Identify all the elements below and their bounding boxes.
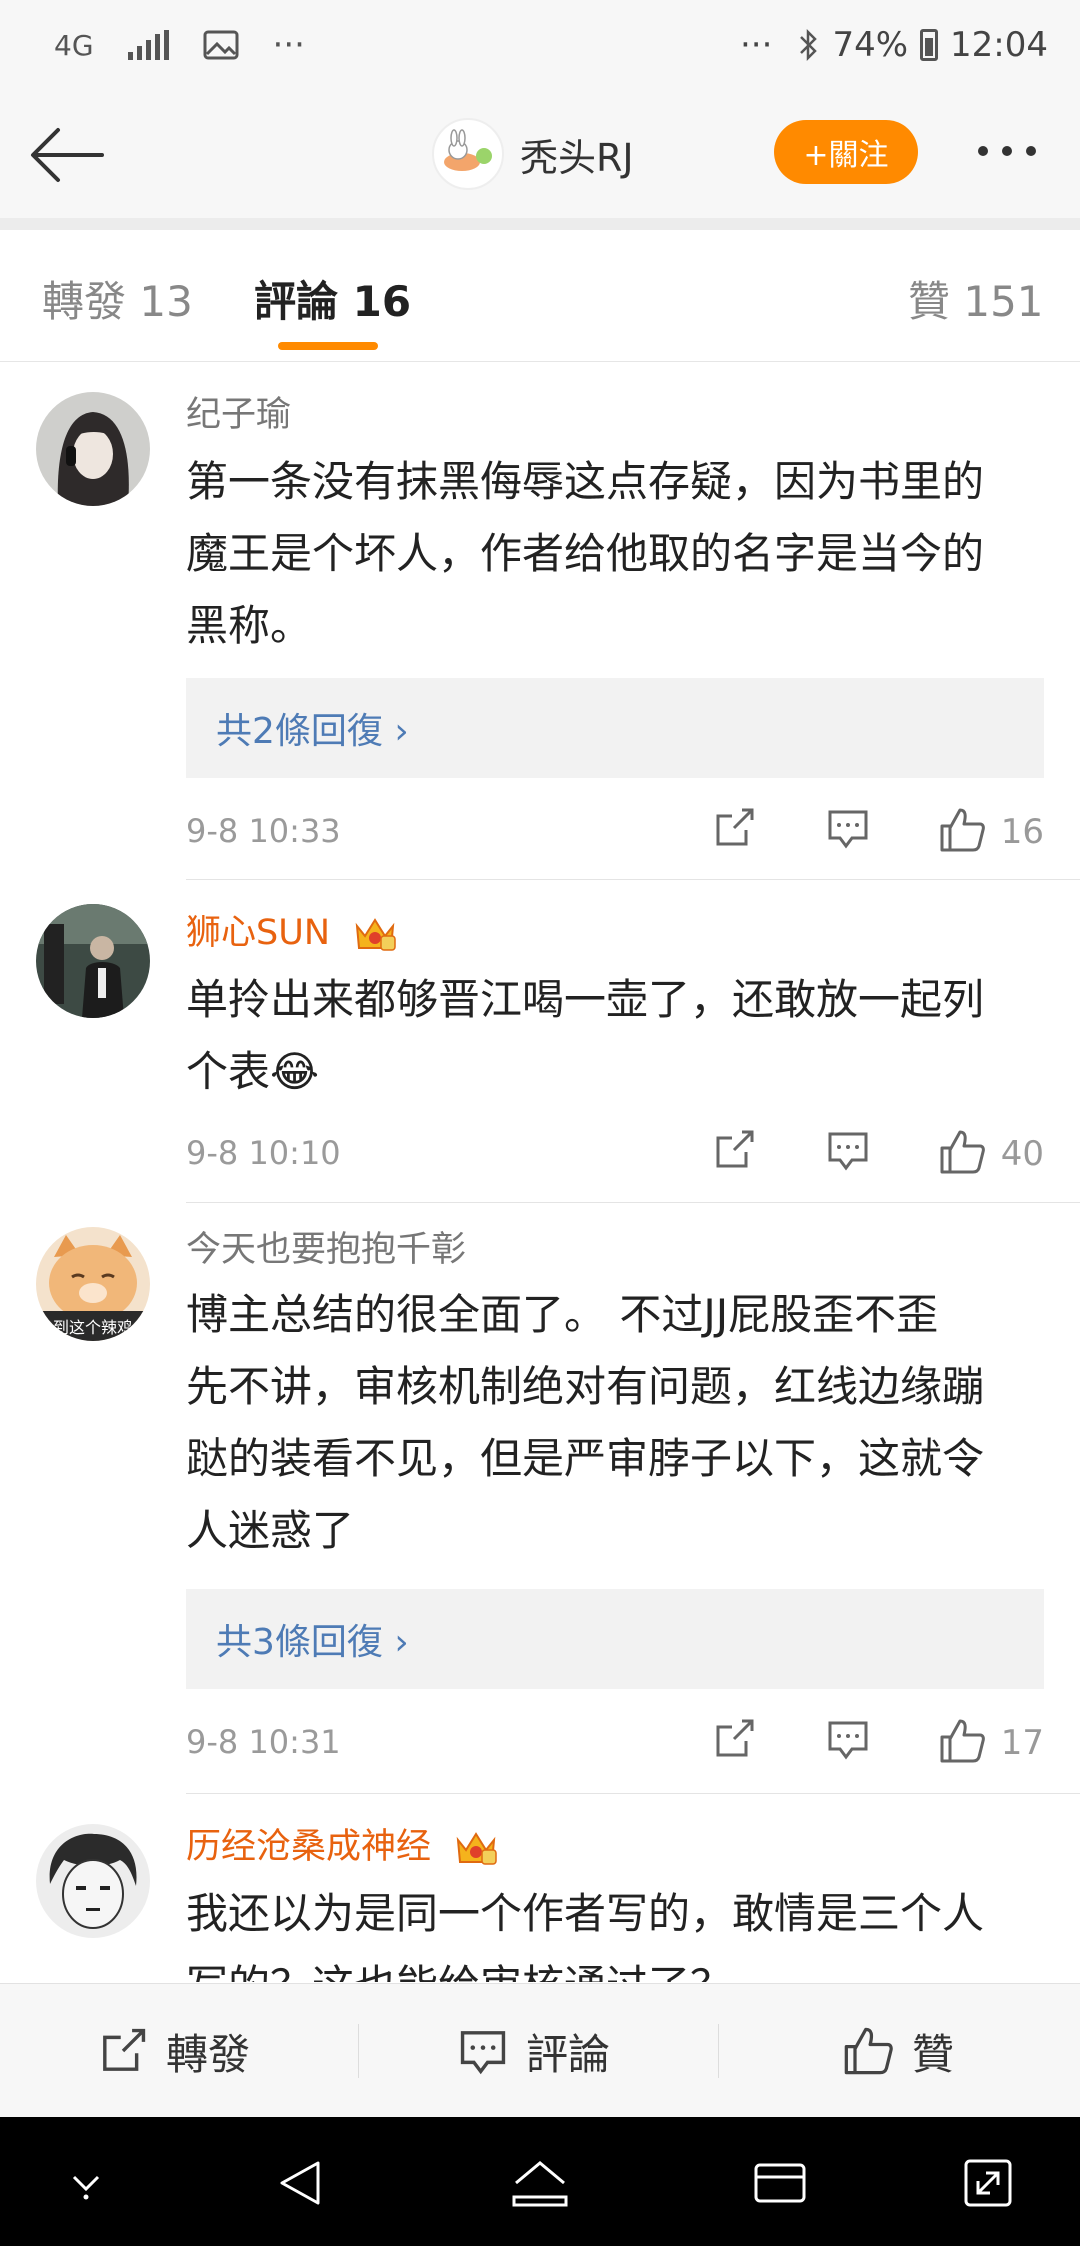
tab-likes[interactable]: 贊 151 bbox=[908, 268, 1044, 329]
comment-time: 9-8 10:10 bbox=[186, 1134, 341, 1172]
tab-comments[interactable]: 評論 16 bbox=[254, 268, 411, 329]
weibo-comments-screen: 4G ··· ··· 74% 12:04 秃头RJ +關注 轉發 13 評論 1… bbox=[0, 0, 1080, 2246]
commenter-name[interactable]: 纪子瑜 bbox=[186, 386, 291, 437]
clock: 12:04 bbox=[950, 25, 1048, 65]
comment-time: 9-8 10:31 bbox=[186, 1723, 341, 1761]
commenter-name-text[interactable]: 历经沧桑成神经 bbox=[186, 1827, 431, 1867]
view-replies-link[interactable]: 共3條回復 › bbox=[186, 1589, 1044, 1689]
comment-line: 先不讲，审核机制绝对有问题，红线边缘蹦 bbox=[186, 1362, 985, 1411]
commenter-avatar[interactable] bbox=[36, 392, 150, 506]
signal-icon bbox=[127, 30, 169, 60]
comment-meta: 9-8 10:33 16 bbox=[186, 806, 1044, 856]
commenter-name[interactable]: 狮心SUN bbox=[186, 904, 397, 955]
back-nav-icon[interactable] bbox=[274, 2157, 326, 2209]
like-thumb-icon[interactable] bbox=[938, 806, 986, 854]
comment-time: 9-8 10:33 bbox=[186, 812, 341, 850]
comment-line: 写的？这也能给审核通过了？ bbox=[186, 1950, 1046, 1982]
commenter-avatar[interactable]: 到这个辣鸡 bbox=[36, 1227, 150, 1341]
comment-line: 跶的装看不见，但是严审脖子以下，这就令 bbox=[186, 1434, 985, 1483]
comment-text: 第一条没有抹黑侮辱这点存疑，因为书里的 魔王是个坏人，作者给他取的名字是当今的 … bbox=[186, 446, 1046, 662]
recents-nav-icon[interactable] bbox=[752, 2157, 808, 2209]
share-icon[interactable] bbox=[712, 1128, 756, 1172]
more-status: ··· bbox=[740, 25, 773, 65]
avatar-sketch-face bbox=[36, 1824, 150, 1938]
section-divider bbox=[0, 218, 1080, 230]
comment-line: 我还以为是同一个作者写的，敢情是三个人 bbox=[186, 1889, 985, 1938]
view-replies-link[interactable]: 共2條回復 › bbox=[186, 678, 1044, 778]
comment-divider bbox=[186, 1793, 1080, 1794]
bluetooth-icon bbox=[800, 28, 818, 62]
comment-text: 单拎出来都够晋江喝一壶了，还敢放一起列 个表😂 bbox=[186, 964, 1046, 1108]
action-divider bbox=[718, 2024, 719, 2078]
comment-line: 个表😂 bbox=[186, 1047, 320, 1096]
follow-button[interactable]: +關注 bbox=[774, 120, 918, 184]
commenter-name-text[interactable]: 狮心SUN bbox=[186, 913, 330, 953]
repost-button[interactable]: 轉發 bbox=[98, 1984, 250, 2118]
comment-button[interactable]: 評論 bbox=[458, 1984, 610, 2118]
comment-divider bbox=[186, 1202, 1080, 1203]
like-count: 40 bbox=[1000, 1134, 1044, 1174]
expand-nav-icon[interactable] bbox=[962, 2157, 1014, 2209]
commenter-avatar[interactable] bbox=[36, 904, 150, 1018]
network-indicator: 4G bbox=[54, 28, 94, 62]
more-dots-icon[interactable] bbox=[978, 146, 1036, 156]
hide-keyboard-icon[interactable] bbox=[64, 2167, 108, 2201]
like-label: 贊 bbox=[912, 2029, 955, 2079]
like-count: 16 bbox=[1000, 812, 1044, 852]
back-arrow-icon[interactable] bbox=[28, 120, 108, 190]
tab-reposts[interactable]: 轉發 13 bbox=[42, 268, 193, 329]
comment-line: 黑称。 bbox=[186, 601, 313, 650]
bottom-action-bar: 轉發 評論 贊 bbox=[0, 1983, 1080, 2117]
comment-text: 博主总结的很全面了。 不过JJ屁股歪不歪 先不讲，审核机制绝对有问题，红线边缘蹦… bbox=[186, 1279, 1046, 1567]
comment-list: 纪子瑜 第一条没有抹黑侮辱这点存疑，因为书里的 魔王是个坏人，作者给他取的名字是… bbox=[0, 362, 1080, 1982]
comment-icon[interactable] bbox=[826, 1128, 870, 1172]
system-navigation-bar bbox=[0, 2117, 1080, 2246]
like-thumb-icon[interactable] bbox=[938, 1717, 986, 1765]
comment-divider bbox=[186, 879, 1080, 880]
author-avatar[interactable] bbox=[432, 118, 504, 190]
avatar-girl-headphones bbox=[36, 392, 150, 506]
like-thumb-icon bbox=[844, 2027, 893, 2075]
comment-line: 博主总结的很全面了。 不过JJ屁股歪不歪 bbox=[186, 1290, 939, 1339]
comment-label: 評論 bbox=[526, 2029, 611, 2079]
status-bar: 4G ··· ··· 74% 12:04 bbox=[0, 0, 1080, 90]
comment-icon bbox=[460, 2031, 506, 2075]
commenter-avatar[interactable] bbox=[36, 1824, 150, 1938]
like-thumb-icon[interactable] bbox=[938, 1128, 986, 1176]
share-icon[interactable] bbox=[712, 1717, 756, 1761]
comment-line: 第一条没有抹黑侮辱这点存疑，因为书里的 bbox=[186, 457, 985, 506]
action-divider bbox=[358, 2024, 359, 2078]
like-count: 17 bbox=[1000, 1723, 1044, 1763]
commenter-name[interactable]: 今天也要抱抱千彰 bbox=[186, 1221, 466, 1272]
active-tab-indicator bbox=[278, 342, 378, 350]
battery-icon bbox=[920, 29, 939, 61]
author-name[interactable]: 秃头RJ bbox=[520, 127, 634, 182]
more-notifications: ··· bbox=[272, 25, 305, 65]
vip-crown-icon bbox=[456, 1832, 497, 1865]
comment-line: 魔王是个坏人，作者给他取的名字是当今的 bbox=[186, 529, 985, 578]
home-nav-icon[interactable] bbox=[510, 2157, 570, 2209]
comment-icon[interactable] bbox=[826, 806, 870, 850]
battery-percent: 74% bbox=[832, 25, 909, 65]
top-nav-bar: 秃头RJ +關注 bbox=[0, 90, 1080, 218]
avatar-cat: 到这个辣鸡 bbox=[36, 1227, 150, 1341]
avatar-man-photo bbox=[36, 904, 150, 1018]
commenter-name[interactable]: 历经沧桑成神经 bbox=[186, 1818, 498, 1869]
comment-text: 我还以为是同一个作者写的，敢情是三个人 写的？这也能给审核通过了？ bbox=[186, 1878, 1046, 1982]
comment-icon[interactable] bbox=[826, 1717, 870, 1761]
rabbit-avatar-icon bbox=[444, 129, 492, 171]
comment-meta: 9-8 10:31 17 bbox=[186, 1717, 1044, 1767]
tab-bar: 轉發 13 評論 16 贊 151 bbox=[0, 230, 1080, 362]
avatar-badge-text: 到这个辣鸡 bbox=[53, 1318, 133, 1337]
repost-label: 轉發 bbox=[166, 2029, 251, 2079]
share-icon bbox=[103, 2028, 146, 2071]
comment-line: 单拎出来都够晋江喝一壶了，还敢放一起列 bbox=[186, 975, 985, 1024]
like-button[interactable]: 贊 bbox=[842, 1984, 954, 2118]
comment-meta: 9-8 10:10 40 bbox=[186, 1128, 1044, 1178]
comment-line: 人迷惑了 bbox=[186, 1506, 355, 1555]
share-icon[interactable] bbox=[712, 806, 756, 850]
image-icon bbox=[203, 30, 239, 60]
author-profile[interactable]: 秃头RJ bbox=[432, 118, 634, 190]
vip-crown-icon bbox=[355, 918, 396, 951]
